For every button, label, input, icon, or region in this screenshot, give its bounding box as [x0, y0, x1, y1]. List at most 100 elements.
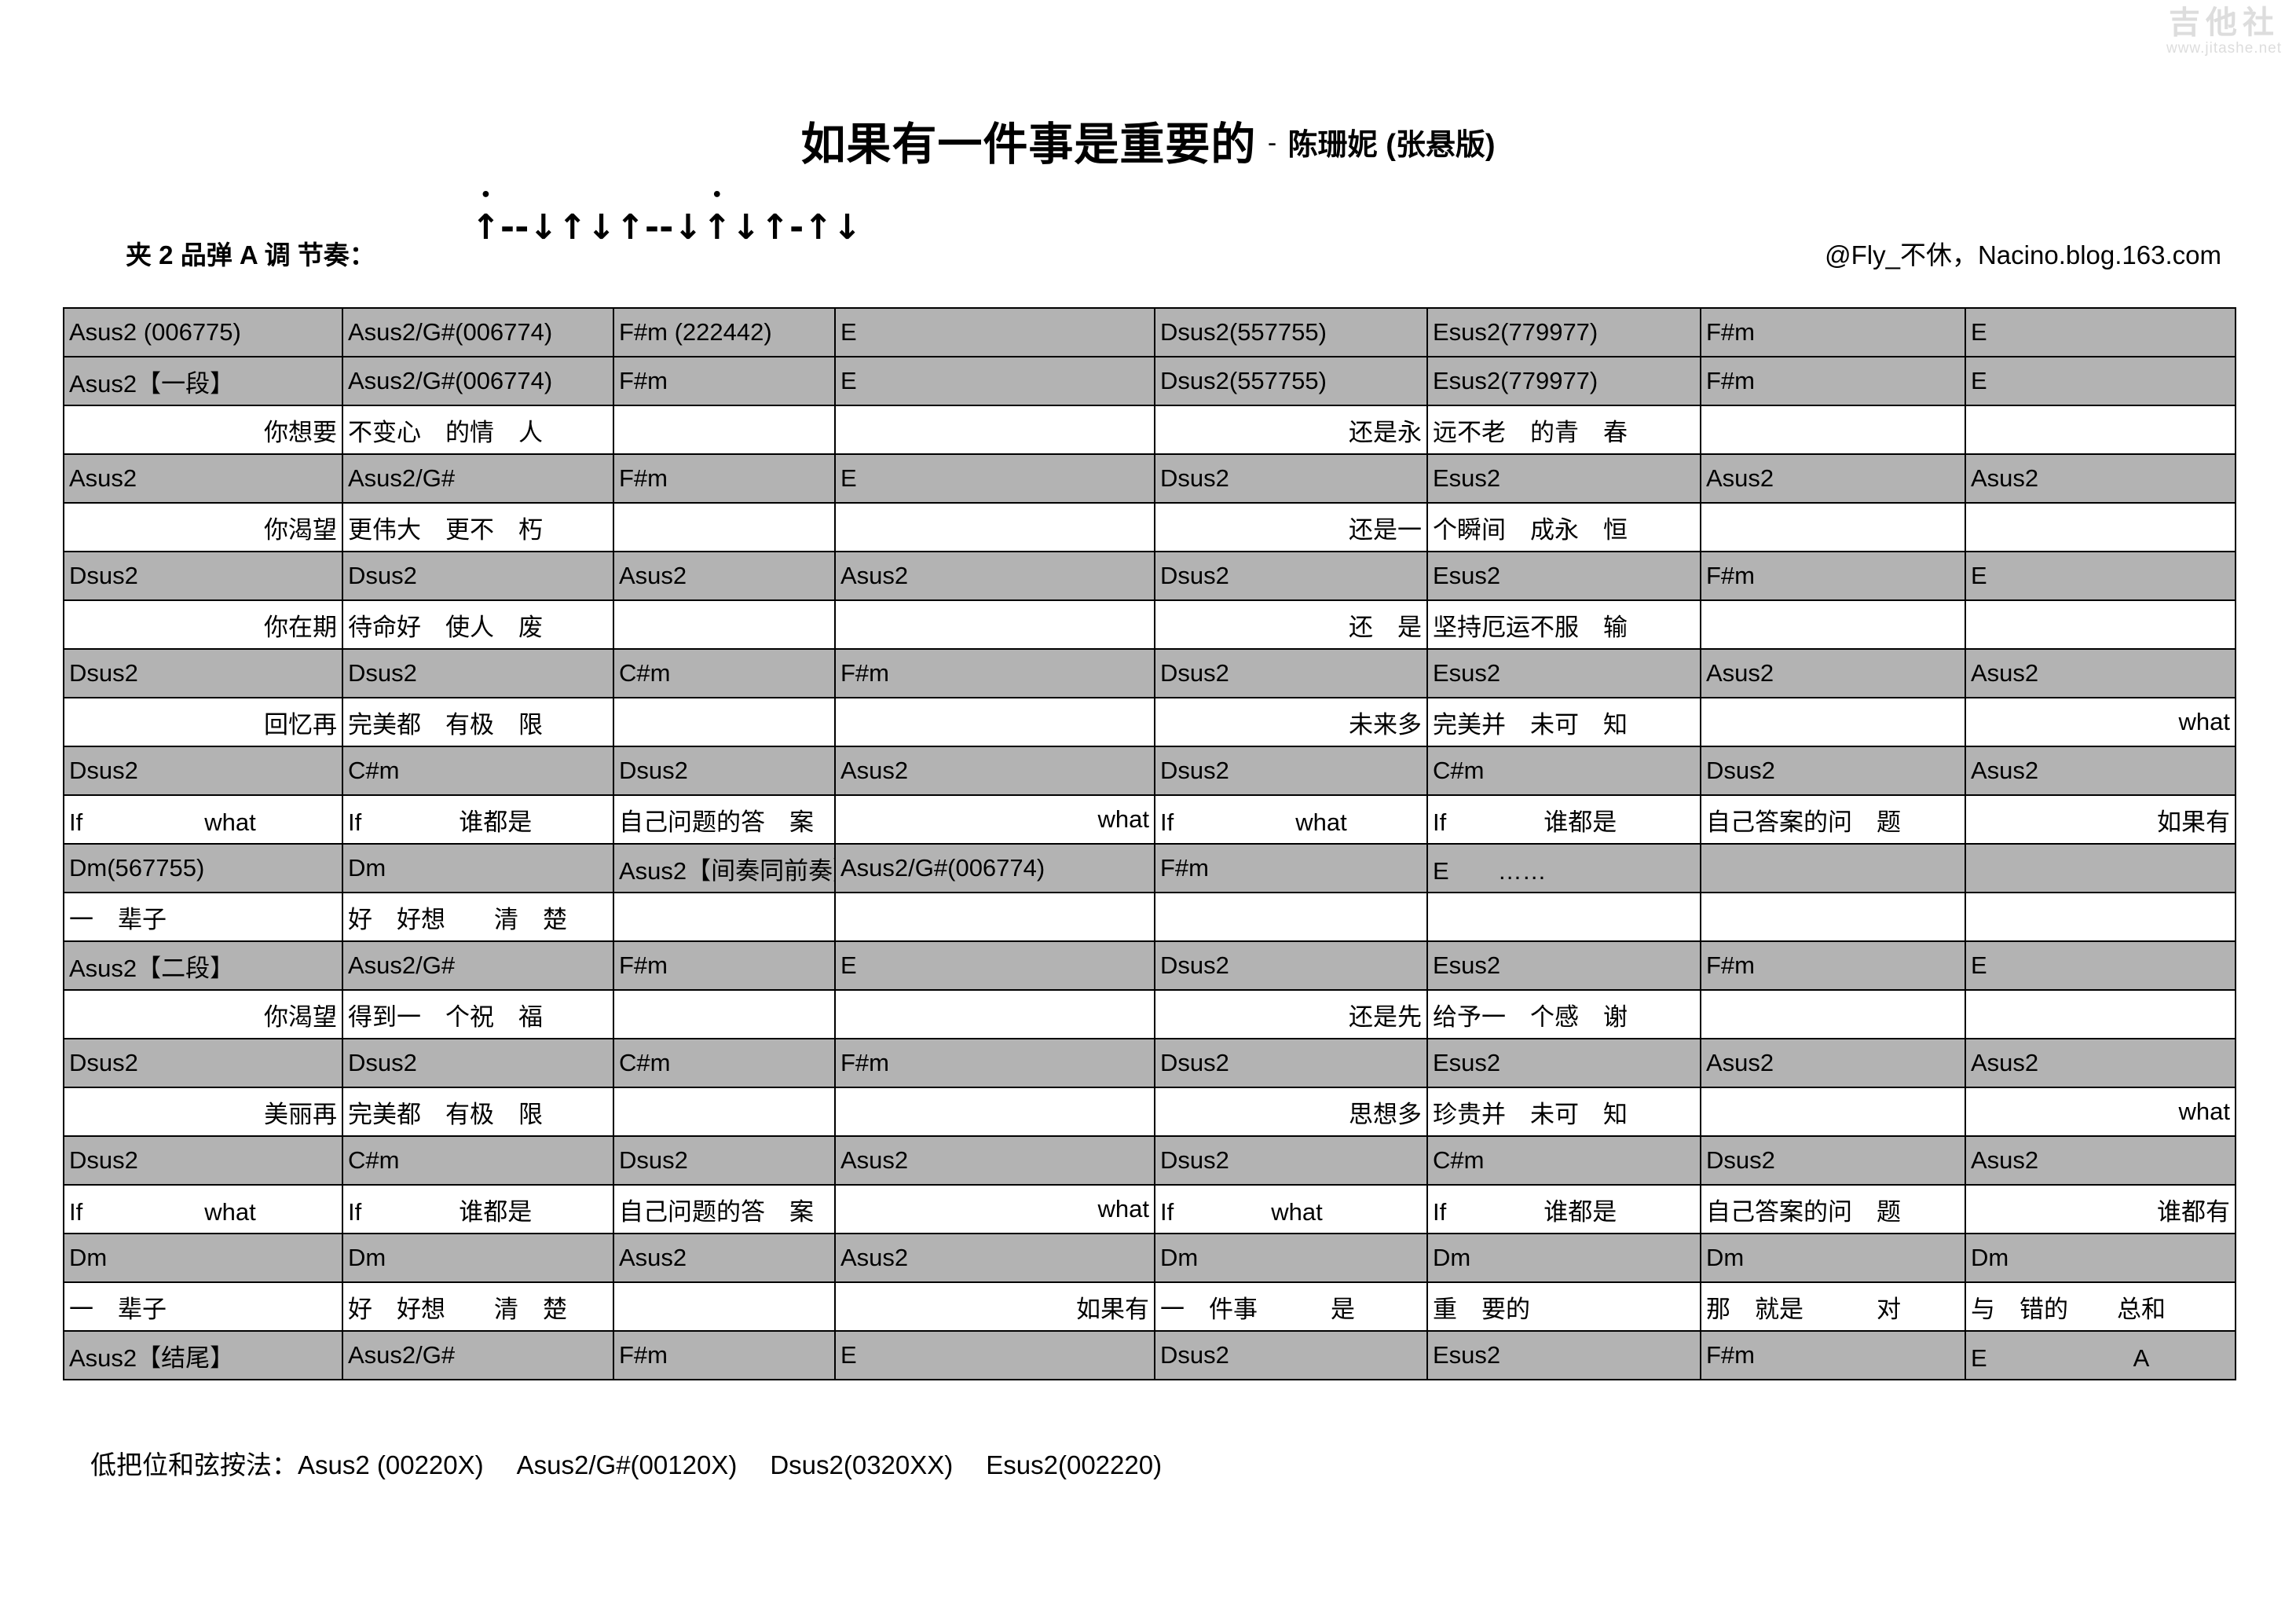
- lyric-row: 一 辈子好 好想 清 楚 如果有一 件事 是重 要的那 就是 对与 错的 总和: [63, 1281, 2236, 1332]
- chord-row: Asus2 Asus2/G# F#m E Dsus2 Esus2 Asus2 Asus2: [63, 453, 2236, 504]
- chord-cell: Asus2: [613, 1233, 836, 1283]
- chord-cell: Asus2: [834, 551, 1155, 601]
- lyric-cell: [1700, 599, 1966, 650]
- lyric-cell: If what: [1154, 1184, 1428, 1234]
- chord-cell: Asus2【二段】: [63, 940, 343, 991]
- lyric-row: 回忆再 完美都 有极 限 未来多 完美并 未可 知 what: [63, 697, 2236, 747]
- lyric-cell: [1700, 989, 1966, 1039]
- chord-cell: Dsus2: [342, 1038, 614, 1088]
- chord-cell: Dsus2: [1700, 746, 1966, 796]
- lyric-cell: what: [834, 794, 1155, 845]
- lyric-cell: [613, 989, 836, 1039]
- lyric-cell: [834, 892, 1155, 942]
- strum-dash: -: [659, 207, 674, 247]
- chord-cell: E A: [1965, 1330, 2236, 1380]
- chord-cell: F#m: [1700, 356, 1966, 406]
- chord-cell: Asus2: [1965, 1038, 2236, 1088]
- strum-up-arrow: ↑: [616, 207, 645, 247]
- lyric-cell: [613, 1281, 836, 1332]
- chord-cell: Dsus2: [1154, 453, 1428, 504]
- lyric-row: If what If 谁都是 自己问题的答 案 what If what If 谁都是 自己…: [63, 1184, 2236, 1234]
- lyric-cell: 一 件事 是: [1154, 1281, 1428, 1332]
- title-row: 如果有一件事是重要的 - 陈珊妮 (张悬版): [0, 108, 2296, 173]
- chord-cell: Dsus2: [1154, 648, 1428, 698]
- chord-row: Dsus2 C#m Dsus2 Asus2 Dsus2 C#m Dsus2 Asus2: [63, 746, 2236, 796]
- lyric-cell: [1700, 502, 1966, 552]
- chord-cell: C#m: [1426, 1135, 1701, 1186]
- chord-cell: Dsus2: [1154, 940, 1428, 991]
- chord-cell: F#m: [1700, 1330, 1966, 1380]
- chord-cell: F#m: [613, 356, 836, 406]
- chord-cell: Dsus2: [1154, 1038, 1428, 1088]
- lyric-cell: 自己问题的答 案: [613, 794, 836, 845]
- chord-cell: F#m: [613, 1330, 836, 1380]
- lyric-cell: 完美都 有极 限: [342, 697, 614, 747]
- lyric-cell: [1965, 892, 2236, 942]
- lyric-row: 美丽再 完美都 有极 限 思想多 珍贵并 未可 知 what: [63, 1087, 2236, 1137]
- chord-table-body: Asus2 (006775) Asus2/G#(006774) F#m (22244…: [63, 307, 2236, 1380]
- lyric-cell: 好 好想 清 楚: [342, 1281, 614, 1332]
- lyric-cell: what: [834, 1184, 1155, 1234]
- chord-cell: Asus2/G#(006774): [342, 356, 614, 406]
- lyric-cell: [613, 502, 836, 552]
- chord-cell: E: [834, 453, 1155, 504]
- lyric-cell: If 谁都是: [342, 794, 614, 845]
- chord-cell: Dm: [63, 1233, 343, 1283]
- chord-cell: Dm: [1154, 1233, 1428, 1283]
- chord-cell: Dm: [342, 1233, 614, 1283]
- chord-cell: Asus2: [1965, 453, 2236, 504]
- chord-cell: Asus2: [834, 1233, 1155, 1283]
- chord-cell: Asus2/G#: [342, 1330, 614, 1380]
- chord-row: Asus2【一段】 Asus2/G#(006774) F#m E Dsus2(55775…: [63, 356, 2236, 406]
- lyric-cell: 你渴望: [63, 502, 343, 552]
- lyric-cell: 如果有: [834, 1281, 1155, 1332]
- chord-cell: Dm: [1426, 1233, 1701, 1283]
- lyric-cell: [613, 405, 836, 455]
- chord-cell: Asus2 (006775): [63, 307, 343, 357]
- chord-cell: Esus2(779977): [1426, 356, 1701, 406]
- lyric-cell: 谁都有: [1965, 1184, 2236, 1234]
- lyric-cell: If 谁都是: [1426, 1184, 1701, 1234]
- strum-up-arrow: ↑: [804, 207, 833, 247]
- song-title: 如果有一件事是重要的: [800, 119, 1257, 170]
- low-position-label: 低把位和弦按法：: [90, 1450, 298, 1479]
- chord-row: Dsus2 Dsus2 C#m F#m Dsus2 Esus2 Asus2 Asus2: [63, 1038, 2236, 1088]
- chord-cell: Asus2: [1700, 453, 1966, 504]
- chord-cell: Asus2/G#(006774): [342, 307, 614, 357]
- chord-row: Dsus2 C#m Dsus2 Asus2 Dsus2 C#m Dsus2 Asus2: [63, 1135, 2236, 1186]
- lyric-cell: 还是一: [1154, 502, 1428, 552]
- lyric-cell: 你在期: [63, 599, 343, 650]
- watermark-url: www.jitashe.net: [2166, 40, 2282, 57]
- lyric-cell: [1154, 892, 1428, 942]
- chord-cell: Dm: [1700, 1233, 1966, 1283]
- lyric-cell: 思想多: [1154, 1087, 1428, 1137]
- strum-dash: -: [514, 207, 529, 247]
- lyric-cell: [613, 697, 836, 747]
- lyric-cell: [1700, 697, 1966, 747]
- chord-lyric-table: Asus2 (006775) Asus2/G#(006774) F#m (22244…: [63, 307, 2236, 1380]
- lyric-row: 一 辈子好 好想 清 楚: [63, 892, 2236, 942]
- lyric-cell: 个瞬间 成永 恒: [1426, 502, 1701, 552]
- lyric-cell: 回忆再: [63, 697, 343, 747]
- chord-cell: Dsus2: [613, 746, 836, 796]
- lyric-cell: If what: [63, 1184, 343, 1234]
- chord-cell: Asus2【间奏同前奏】: [613, 843, 836, 893]
- chord-cell: Asus2【一段】: [63, 356, 343, 406]
- chord-cell: F#m: [1154, 843, 1428, 893]
- chord-cell: E: [834, 307, 1155, 357]
- chord-row: Asus2【结尾】 Asus2/G# F#m E Dsus2 Esus2 F#m E A: [63, 1330, 2236, 1380]
- lyric-cell: 自己问题的答 案: [613, 1184, 836, 1234]
- chord-cell: F#m: [613, 940, 836, 991]
- chord-cell: Esus2: [1426, 453, 1701, 504]
- low-position-chord: Dsus2(0320XX): [770, 1450, 954, 1479]
- strum-down-arrow: ↓: [833, 207, 862, 247]
- lyric-cell: [1965, 502, 2236, 552]
- strum-up-arrow: ↑: [760, 207, 789, 247]
- lyric-cell: 如果有: [1965, 794, 2236, 845]
- strum-up-arrow: ↑: [471, 207, 500, 247]
- lyric-cell: If 谁都是: [342, 1184, 614, 1234]
- lyric-cell: [834, 989, 1155, 1039]
- chord-cell: E: [1965, 940, 2236, 991]
- chord-cell: F#m: [1700, 940, 1966, 991]
- lyric-cell: 更伟大 更不 朽: [342, 502, 614, 552]
